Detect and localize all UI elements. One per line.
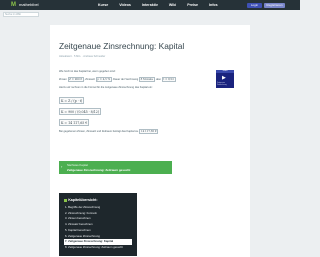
play-icon: ▶	[222, 75, 226, 81]
nav-item-kurse[interactable]: Kurse	[98, 2, 108, 8]
procedure-text: Hierzu wir rechnen in die Formel für die…	[59, 86, 153, 89]
nav-item-interaktiv[interactable]: Interaktiv	[142, 2, 158, 8]
next-chapter-title: Zeitgenaue Zinsrechnung: Zeitraum gesuch…	[67, 168, 131, 172]
toc-heading: Kapitelübersicht:	[64, 198, 98, 202]
nav-item-preise[interactable]: Preise	[187, 2, 198, 8]
formula-general: K = Z / (p · t)	[59, 97, 85, 105]
math-rate: p = 4,5 %	[95, 77, 112, 82]
logo-text: mathebibel	[19, 2, 39, 7]
nav-item-videos[interactable]: Videos	[119, 2, 131, 8]
toc-list: 1. Begriffe der Zinsrechnung 2. Zinsrech…	[64, 205, 132, 251]
chapter-overview: Kapitelübersicht: 1. Begriffe der Zinsre…	[59, 193, 137, 256]
logo-icon: M	[11, 2, 16, 8]
list-icon	[64, 198, 67, 202]
intro-text: Wie hoch ist das Kapital bei, wenn gegeb…	[59, 70, 116, 73]
formula-result: K = 14 117,65 €	[59, 119, 90, 127]
login-button[interactable]: Login	[247, 3, 262, 8]
arrow-right-icon: ›	[61, 164, 63, 169]
given-values: Zinsen Z = 900 €, Zinssatz p = 4,5 %. Da…	[59, 77, 176, 82]
math-result: 14 117,65 €	[139, 129, 159, 134]
next-chapter-button[interactable]: › Nächstes Kapitel Zeitgenaue Zinsrechnu…	[59, 161, 172, 174]
register-button[interactable]: Registrieren	[264, 3, 285, 8]
next-chapter-label: Nächstes Kapitel	[67, 163, 88, 167]
video-caption: Video	[216, 70, 234, 73]
nav-item-infos[interactable]: Infos	[209, 2, 218, 8]
math-months: 8 Monate	[138, 77, 155, 82]
search-input[interactable]: Suche im Wiki	[3, 12, 39, 17]
toc-item[interactable]: 8. Zeitgenaue Zinsrechnung: Zeitraum ges…	[64, 245, 132, 251]
video-subtitle: Zeitgenaue Zinsrechnung	[217, 82, 227, 86]
video-thumbnail[interactable]: Video ▶ Zeitgenaue Zinsrechnung	[216, 70, 234, 88]
formula-substituted: K = 900 / (0,045 · 8/12)	[59, 108, 102, 116]
main-nav: Kurse Videos Interaktiv Wiki Preise Info…	[98, 2, 218, 8]
math-time-fraction: t = 8/12	[161, 77, 176, 82]
math-interest: Z = 900 €	[67, 77, 84, 82]
article-card: Zeitgenaue Zinsrechnung: Kapital Aktuali…	[50, 25, 250, 257]
site-logo[interactable]: M mathebibel	[11, 2, 39, 8]
nav-item-wiki[interactable]: Wiki	[169, 2, 176, 8]
article-meta: Aktualisiert · 5 Min. · Andreas Schneide…	[59, 55, 106, 58]
top-navigation-bar: M mathebibel Kurse Videos Interaktiv Wik…	[0, 0, 300, 10]
page-title: Zeitgenaue Zinsrechnung: Kapital	[59, 41, 185, 51]
result-text: Bei gegebenen Zinsen, Zinssatz und Zeitr…	[59, 129, 159, 134]
